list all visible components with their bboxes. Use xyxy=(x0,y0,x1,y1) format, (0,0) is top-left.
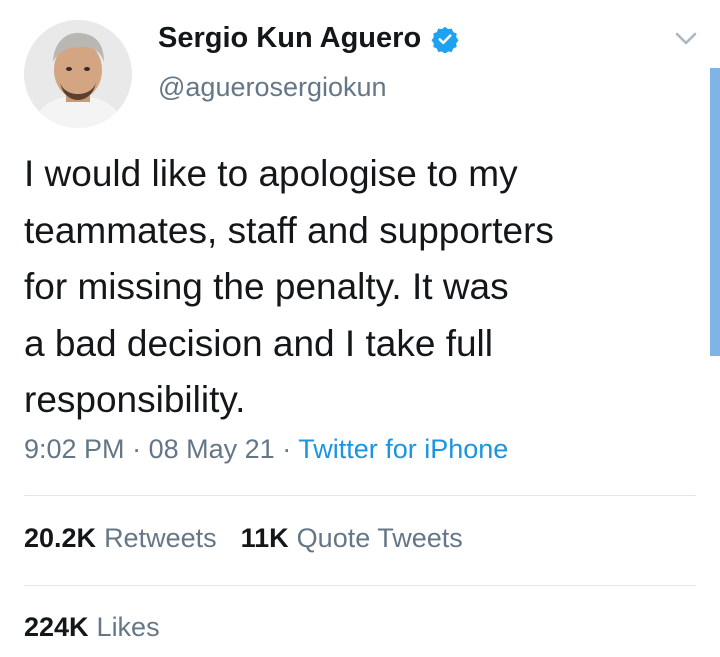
quote-tweets-count: 11K xyxy=(240,523,289,553)
retweets-stat[interactable]: 20.2K Retweets xyxy=(24,523,217,554)
avatar[interactable] xyxy=(24,20,132,128)
tweet-stats: 20.2K Retweets 11K Quote Tweets xyxy=(24,523,463,554)
quote-tweets-stat[interactable]: 11K Quote Tweets xyxy=(241,523,463,554)
likes-label: Likes xyxy=(96,612,160,642)
avatar-image xyxy=(24,20,132,128)
user-handle[interactable]: @aguerosergiokun xyxy=(158,72,387,103)
tweet-time[interactable]: 9:02 PM xyxy=(24,434,125,464)
verified-badge-icon xyxy=(431,26,459,53)
meta-separator: · xyxy=(132,434,142,464)
display-name[interactable]: Sergio Kun Aguero xyxy=(158,22,421,55)
divider xyxy=(24,585,696,586)
tweet-date[interactable]: 08 May 21 xyxy=(149,434,275,464)
retweets-count: 20.2K xyxy=(24,523,97,553)
likes-count: 224K xyxy=(24,612,89,642)
tweet-source-link[interactable]: Twitter for iPhone xyxy=(298,434,508,464)
chevron-down-icon[interactable] xyxy=(672,28,700,48)
tweet-text: I would like to apologise to my teammate… xyxy=(24,153,554,420)
retweets-label: Retweets xyxy=(104,523,217,553)
likes-stat[interactable]: 224K Likes xyxy=(24,612,160,643)
quote-tweets-label: Quote Tweets xyxy=(296,523,463,553)
display-name-row[interactable]: Sergio Kun Aguero xyxy=(158,22,459,55)
divider xyxy=(24,495,696,496)
meta-separator: · xyxy=(282,434,292,464)
tweet-meta: 9:02 PM · 08 May 21 · Twitter for iPhone xyxy=(24,434,508,465)
scrollbar[interactable] xyxy=(710,68,720,356)
